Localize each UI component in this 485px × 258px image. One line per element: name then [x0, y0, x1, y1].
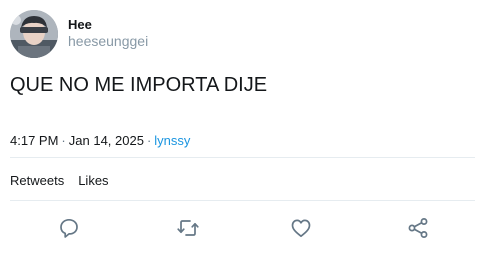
avatar[interactable]: [10, 10, 58, 58]
retweet-button[interactable]: [176, 216, 200, 240]
tweet-stats: Retweets Likes: [10, 173, 109, 189]
share-button[interactable]: [406, 216, 430, 240]
reply-icon: [60, 218, 78, 238]
tweet-source-link[interactable]: lynssy: [154, 133, 190, 148]
divider: [10, 200, 475, 201]
heart-icon: [291, 219, 311, 238]
divider: [10, 157, 475, 158]
tweet-meta: 4:17 PM · Jan 14, 2025 · lynssy: [10, 133, 190, 149]
tweet-card: Hee heeseunggei QUE NO ME IMPORTA DIJE 4…: [0, 0, 485, 258]
tweet-text: QUE NO ME IMPORTA DIJE: [10, 74, 268, 96]
tweet-time[interactable]: 4:17 PM: [10, 133, 58, 148]
author-handle[interactable]: heeseunggei: [68, 33, 148, 49]
avatar-photo: [10, 10, 58, 58]
retweet-icon: [177, 220, 199, 236]
author-name[interactable]: Hee: [68, 17, 92, 32]
like-button[interactable]: [289, 216, 313, 240]
retweets-stat[interactable]: Retweets: [10, 173, 64, 188]
tweet-date[interactable]: Jan 14, 2025: [69, 133, 144, 148]
share-icon: [408, 218, 428, 238]
meta-separator: ·: [61, 133, 66, 148]
likes-stat[interactable]: Likes: [78, 173, 108, 188]
reply-button[interactable]: [57, 216, 81, 240]
meta-separator: ·: [146, 133, 152, 148]
